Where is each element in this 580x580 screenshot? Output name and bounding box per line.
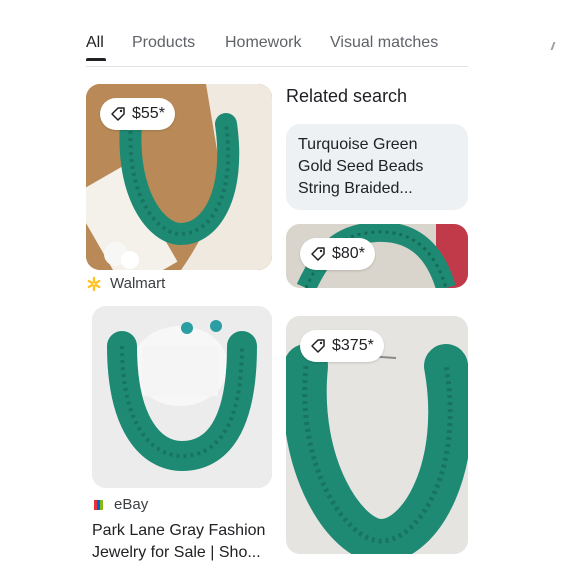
related-search-heading: Related search	[286, 86, 408, 106]
result-card-ebay[interactable]	[92, 306, 272, 488]
tab-visual-matches[interactable]: Visual matches	[330, 34, 438, 52]
price-tag: $55*	[100, 98, 175, 130]
price-tag: $80*	[300, 238, 375, 270]
necklace-image	[92, 306, 272, 488]
tab-products[interactable]: Products	[132, 34, 195, 52]
tab-homework[interactable]: Homework	[225, 34, 301, 52]
result-title-ebay[interactable]: Park Lane Gray Fashion Jewelry for Sale …	[92, 520, 282, 564]
tag-icon	[311, 247, 325, 261]
tab-all[interactable]: All	[86, 34, 106, 61]
result-card-375[interactable]: $375*	[286, 316, 468, 554]
result-card-walmart[interactable]: $55*	[86, 84, 272, 270]
result-source-walmart[interactable]: Walmart	[86, 275, 165, 292]
price-tag: $375*	[300, 330, 384, 362]
active-tab-indicator	[86, 58, 106, 61]
search-tabs: All Products Homework Visual matches	[86, 30, 556, 67]
ebay-logo-icon	[94, 499, 103, 510]
tag-icon	[111, 107, 125, 121]
result-source-ebay[interactable]: eBay	[92, 496, 148, 513]
tag-icon	[311, 339, 325, 353]
related-search-chip[interactable]: Turquoise Green Gold Seed Beads String B…	[286, 124, 468, 210]
result-card-80[interactable]: $80*	[286, 224, 468, 288]
more-tabs-indicator[interactable]	[550, 42, 556, 50]
walmart-logo-icon	[87, 276, 101, 291]
